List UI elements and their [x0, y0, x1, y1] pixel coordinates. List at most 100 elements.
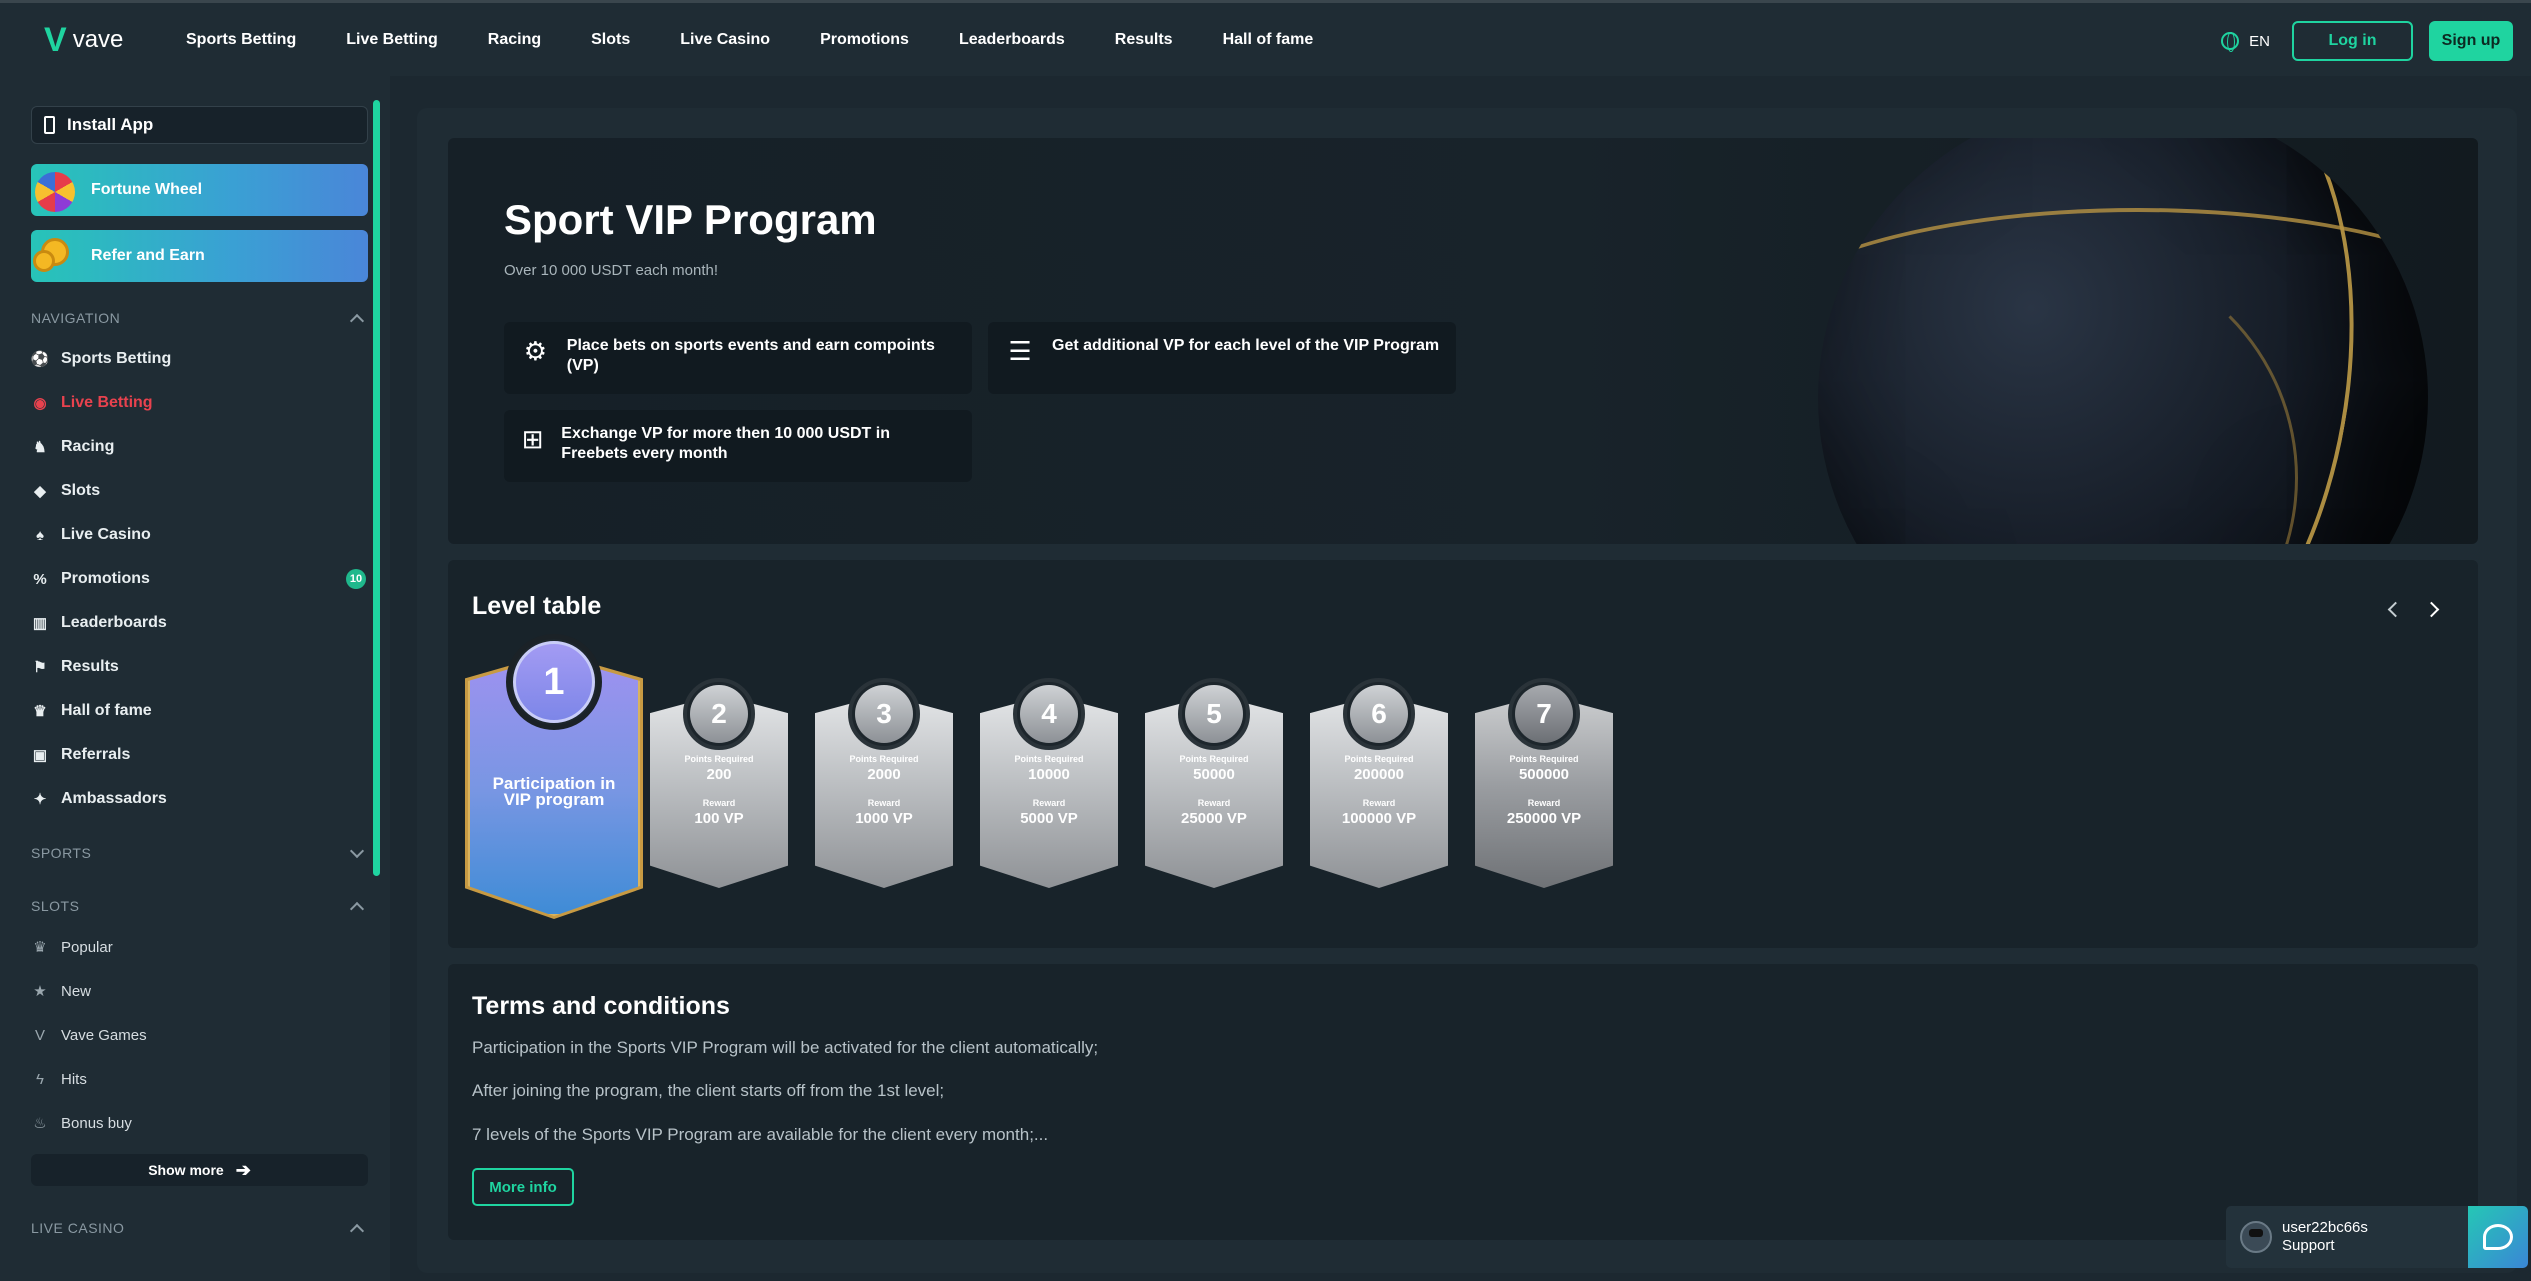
- level-card-3[interactable]: 3 Points Required 2000 Reward 1000 VP: [815, 678, 953, 888]
- refer-and-earn-banner[interactable]: Refer and Earn: [31, 230, 368, 282]
- top-nav-live-casino[interactable]: Live Casino: [680, 31, 770, 49]
- reward-label: Reward: [1527, 798, 1561, 808]
- level-card-2[interactable]: 2 Points Required 200 Reward 100 VP: [650, 678, 788, 888]
- support-username: user22bc66s: [2282, 1219, 2368, 1236]
- sidebar-item-label: Vave Games: [61, 1026, 147, 1044]
- sidebar-item-hall-of-fame[interactable]: ♛ Hall of fame: [31, 697, 368, 725]
- level-card-1[interactable]: 1 Participation in VIP program: [465, 634, 643, 919]
- refer-and-earn-label: Refer and Earn: [91, 247, 205, 264]
- sidebar-item-vave-games[interactable]: V Vave Games: [31, 1021, 368, 1049]
- logo[interactable]: V vave: [44, 23, 184, 57]
- sidebar-item-hits[interactable]: ϟ Hits: [31, 1065, 368, 1093]
- sidebar-item-referrals[interactable]: ▣ Referrals: [31, 741, 368, 769]
- sidebar-item-label: Results: [61, 658, 119, 675]
- top-nav-sports-betting[interactable]: Sports Betting: [186, 31, 296, 49]
- sidebar-item-racing[interactable]: ♞ Racing: [31, 433, 368, 461]
- sidebar-scrollbar[interactable]: [373, 100, 380, 876]
- sidebar-item-slots[interactable]: ◆ Slots: [31, 477, 368, 505]
- sidebar-item-popular[interactable]: ♛ Popular: [31, 933, 368, 961]
- sidebar-item-label: New: [61, 982, 92, 1000]
- top-nav-leaderboards[interactable]: Leaderboards: [959, 31, 1065, 49]
- support-widget[interactable]: user22bc66s Support: [2226, 1206, 2528, 1268]
- level-number: 1: [513, 641, 595, 723]
- support-text: user22bc66s Support: [2282, 1219, 2368, 1255]
- sidebar-item-label: Slots: [61, 482, 101, 499]
- top-nav-results[interactable]: Results: [1115, 31, 1173, 49]
- sidebar-item-live-betting[interactable]: ◉ Live Betting: [31, 389, 368, 417]
- top-bar: V vave Sports Betting Live Betting Racin…: [0, 0, 2531, 76]
- sidebar-item-leaderboards[interactable]: ▥ Leaderboards: [31, 609, 368, 637]
- level-card-7[interactable]: 7 Points Required 500000 Reward 250000 V…: [1475, 678, 1613, 888]
- promo-icon: %: [33, 570, 47, 588]
- show-more-button[interactable]: Show more ➔: [31, 1154, 368, 1186]
- points-required-value: 500000: [1518, 766, 1570, 783]
- install-app-button[interactable]: Install App: [31, 106, 368, 144]
- top-nav-live-betting[interactable]: Live Betting: [346, 31, 438, 49]
- level-card-4[interactable]: 4 Points Required 10000 Reward 5000 VP: [980, 678, 1118, 888]
- language-label: EN: [2249, 32, 2270, 50]
- crown-icon: ♛: [33, 939, 47, 956]
- feature-card-exchange-vp: ⊞ Exchange VP for more then 10 000 USDT …: [504, 410, 972, 482]
- navigation-section-header[interactable]: NAVIGATION: [31, 310, 368, 329]
- login-button[interactable]: Log in: [2292, 21, 2413, 61]
- top-nav-hall-of-fame[interactable]: Hall of fame: [1223, 31, 1314, 49]
- level-card-5[interactable]: 5 Points Required 50000 Reward 25000 VP: [1145, 678, 1283, 888]
- sidebar-item-results[interactable]: ⚑ Results: [31, 653, 368, 681]
- casino-icon: ♠: [36, 526, 44, 544]
- coin-stack-icon: ☰: [1008, 336, 1032, 366]
- level-number: 3: [855, 685, 913, 743]
- more-info-button[interactable]: More info: [472, 1168, 574, 1206]
- points-required-label: Points Required: [1509, 754, 1579, 764]
- sidebar-item-label: Leaderboards: [61, 614, 167, 631]
- chevron-up-icon: [349, 313, 365, 329]
- phone-icon: [44, 116, 55, 134]
- sidebar-item-new[interactable]: ★ New: [31, 977, 368, 1005]
- trophy-icon: ♛: [33, 703, 47, 720]
- top-nav-promotions[interactable]: Promotions: [820, 31, 909, 49]
- sidebar-item-ambassadors[interactable]: ✦ Ambassadors: [31, 785, 368, 813]
- live-casino-section-header[interactable]: LIVE CASINO: [31, 1220, 368, 1239]
- chevron-down-icon: [349, 843, 365, 859]
- sidebar-item-label: Bonus buy: [61, 1114, 132, 1132]
- slots-section-header[interactable]: SLOTS: [31, 898, 368, 917]
- star-icon: ★: [33, 983, 47, 1000]
- level-card-6[interactable]: 6 Points Required 200000 Reward 100000 V…: [1310, 678, 1448, 888]
- navigation-section-title: NAVIGATION: [31, 310, 121, 326]
- sidebar-item-promotions[interactable]: % Promotions 10: [31, 565, 368, 593]
- points-required-label: Points Required: [849, 754, 919, 764]
- language-selector[interactable]: EN: [2221, 32, 2270, 52]
- feature-card-earn-vp: ⚙ Place bets on sports events and earn c…: [504, 322, 972, 394]
- fortune-wheel-banner[interactable]: Fortune Wheel: [31, 164, 368, 216]
- gift-icon: ⊞: [521, 424, 544, 454]
- sidebar-item-live-casino[interactable]: ♠ Live Casino: [31, 521, 368, 549]
- top-nav-racing[interactable]: Racing: [488, 31, 541, 49]
- sidebar-item-label: Live Betting: [61, 394, 153, 411]
- lightning-icon: ϟ: [36, 1070, 44, 1088]
- arrow-right-icon: ➔: [235, 1159, 251, 1180]
- prev-arrow-button[interactable]: [2384, 600, 2404, 620]
- ambassadors-icon: ✦: [33, 791, 47, 808]
- promotions-count-badge: 10: [346, 569, 366, 589]
- sports-section-title: SPORTS: [31, 845, 92, 861]
- signup-button[interactable]: Sign up: [2429, 21, 2513, 61]
- support-label: Support: [2282, 1237, 2335, 1254]
- terms-panel: Terms and conditions Participation in th…: [448, 964, 2478, 1240]
- sports-section-header[interactable]: SPORTS: [31, 843, 368, 861]
- next-arrow-button[interactable]: [2423, 600, 2444, 620]
- live-icon: ◉: [33, 395, 47, 412]
- chat-button[interactable]: [2468, 1206, 2528, 1268]
- sidebar-item-label: Sports Betting: [61, 350, 172, 367]
- reward-value: 100000 VP: [1341, 810, 1417, 827]
- reward-value: 250000 VP: [1506, 810, 1582, 827]
- top-nav-slots[interactable]: Slots: [591, 31, 630, 49]
- points-required-label: Points Required: [1344, 754, 1414, 764]
- sidebar-item-label: Referrals: [61, 746, 131, 763]
- sidebar-item-bonus-buy[interactable]: ♨ Bonus buy: [31, 1109, 368, 1137]
- reward-label: Reward: [1032, 798, 1066, 808]
- install-app-label: Install App: [67, 115, 154, 134]
- points-required-value: 50000: [1193, 766, 1235, 783]
- sidebar-item-sports-betting[interactable]: ⚽ Sports Betting: [31, 345, 368, 373]
- feature-text: Get additional VP for each level of the …: [1052, 337, 1440, 354]
- top-nav: Sports Betting Live Betting Racing Slots…: [186, 31, 1363, 49]
- reward-value: 1000 VP: [855, 810, 913, 827]
